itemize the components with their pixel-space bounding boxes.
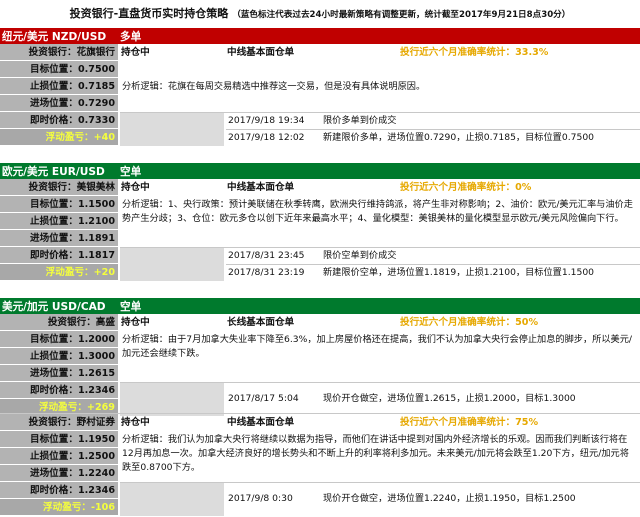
float-pnl-label: 浮动盈亏：-106 [0, 499, 118, 516]
log-date: 2017/8/31 23:45 [228, 250, 305, 261]
strategy-type: 中线基本面仓单 [227, 182, 295, 193]
blank-cell [120, 112, 224, 129]
direction-badge: 多单 [120, 30, 142, 43]
bank-label: 投资银行：花旗银行 [0, 44, 118, 61]
direction-badge: 空单 [120, 300, 142, 313]
entry-label: 进场位置：1.2240 [0, 465, 118, 482]
status-text: 持仓中 [121, 47, 150, 58]
float-pnl-label: 浮动盈亏：+40 [0, 129, 118, 146]
entry-label: 进场位置：1.2615 [0, 365, 118, 382]
target-label: 目标位置：1.1950 [0, 431, 118, 448]
blank-cell [120, 129, 224, 146]
page-title-main: 投资银行-直盘货币实时持仓策略 [69, 7, 229, 20]
log-note: 新建限价多单，进场位置0.7290，止损0.7185，目标位置0.7500 [323, 132, 595, 143]
log-note: 限价多单到价成交 [323, 115, 397, 126]
analysis-logic: 分析逻辑：花旗在每周交易精选中推荐这一交易，但是没有具体说明原因。 [122, 81, 426, 92]
pair-name: 美元/加元 USD/CAD [2, 300, 106, 313]
pair-header-usdcad: 美元/加元 USD/CAD 空单 [0, 298, 640, 314]
page-title-subtitle: （蓝色标注代表过去24小时最新策略有调整更新，统计截至2017年9月21日8点3… [232, 10, 571, 20]
target-label: 目标位置：1.2000 [0, 331, 118, 348]
accuracy-stat: 投行近六个月准确率统计：75% [400, 417, 539, 428]
accuracy-stat: 投行近六个月准确率统计：50% [400, 317, 539, 328]
blank-cell [120, 264, 224, 281]
entry-label: 进场位置：0.7290 [0, 95, 118, 112]
bank-label: 投资银行：美银美林 [0, 179, 118, 196]
strategy-type: 中线基本面仓单 [227, 417, 295, 428]
bank-label: 投资银行：野村证券 [0, 414, 118, 431]
accuracy-stat: 投行近六个月准确率统计：33.3% [400, 47, 549, 58]
entry-label: 进场位置：1.1891 [0, 230, 118, 247]
section-nzdusd: 纽元/美元 NZD/USD 多单 投资银行：花旗银行 持仓中 中线基本面仓单 投… [0, 28, 640, 146]
section-usdcad-nomura: 投资银行：野村证券 持仓中 中线基本面仓单 投行近六个月准确率统计：75% 目标… [0, 414, 640, 516]
pair-name: 纽元/美元 NZD/USD [2, 30, 107, 43]
current-price-label: 即时价格：0.7330 [0, 112, 118, 129]
target-label: 目标位置：1.1500 [0, 196, 118, 213]
stop-label: 止损位置：1.3000 [0, 348, 118, 365]
pair-header-nzdusd: 纽元/美元 NZD/USD 多单 [0, 28, 640, 44]
log-date: 2017/9/18 19:34 [228, 115, 305, 126]
float-pnl-label: 浮动盈亏：+20 [0, 264, 118, 281]
strategy-type: 中线基本面仓单 [227, 47, 295, 58]
status-text: 持仓中 [121, 317, 150, 328]
status-text: 持仓中 [121, 182, 150, 193]
current-price-label: 即时价格：1.2346 [0, 382, 118, 399]
log-date: 2017/9/18 12:02 [228, 132, 305, 143]
section-usdcad: 美元/加元 USD/CAD 空单 投资银行：高盛 持仓中 长线基本面仓单 投行近… [0, 298, 640, 416]
current-price-label: 即时价格：1.1817 [0, 247, 118, 264]
target-label: 目标位置：0.7500 [0, 61, 118, 78]
bank-label: 投资银行：高盛 [0, 314, 118, 331]
page-title: 投资银行-直盘货币实时持仓策略 （蓝色标注代表过去24小时最新策略有调整更新，统计… [0, 0, 640, 27]
direction-badge: 空单 [120, 165, 142, 178]
stop-label: 止损位置：1.2500 [0, 448, 118, 465]
status-text: 持仓中 [121, 417, 150, 428]
pair-header-eurusd: 欧元/美元 EUR/USD 空单 [0, 163, 640, 179]
current-price-label: 即时价格：1.2346 [0, 482, 118, 499]
stop-label: 止损位置：0.7185 [0, 78, 118, 95]
pair-name: 欧元/美元 EUR/USD [2, 165, 105, 178]
stop-label: 止损位置：1.2100 [0, 213, 118, 230]
strategy-type: 长线基本面仓单 [227, 317, 295, 328]
log-date: 2017/8/31 23:19 [228, 267, 305, 278]
log-note: 新建限价空单，进场位置1.1819，止损1.2100，目标位置1.1500 [323, 267, 595, 278]
log-note: 限价空单到价成交 [323, 250, 397, 261]
blank-cell [120, 247, 224, 264]
accuracy-stat: 投行近六个月准确率统计：0% [400, 182, 532, 193]
section-eurusd: 欧元/美元 EUR/USD 空单 投资银行：美银美林 持仓中 中线基本面仓单 投… [0, 163, 640, 281]
